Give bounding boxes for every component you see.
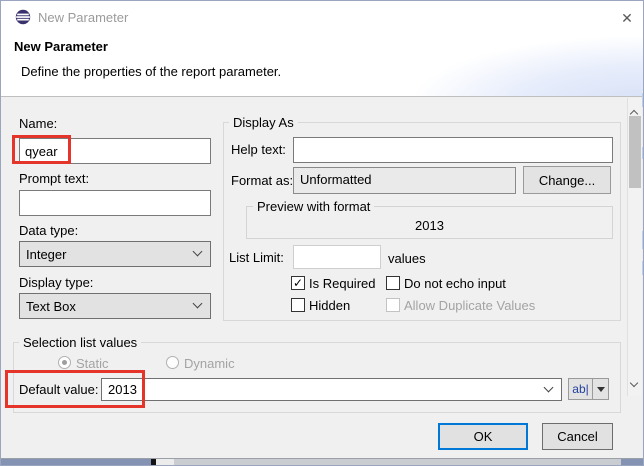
editor-dropdown-arrow[interactable] <box>593 378 609 400</box>
vertical-scrollbar[interactable] <box>627 98 642 396</box>
data-type-label: Data type: <box>19 223 78 238</box>
chevron-down-icon <box>193 247 203 257</box>
help-text-label: Help text: <box>231 142 286 157</box>
bottom-edge-segment <box>156 459 174 466</box>
list-limit-input[interactable] <box>293 245 381 269</box>
chevron-down-icon <box>544 382 554 392</box>
new-parameter-dialog: New Parameter ✕ New Parameter Define the… <box>0 0 644 466</box>
format-as-field: Unformatted <box>293 167 516 194</box>
preview-legend: Preview with format <box>253 199 374 214</box>
name-label: Name: <box>19 116 57 131</box>
default-value-label: Default value: <box>19 382 99 397</box>
is-required-checkbox[interactable]: ✓ <box>291 276 305 290</box>
triangle-down-icon <box>597 387 605 392</box>
preview-value: 2013 <box>246 218 613 233</box>
change-button[interactable]: Change... <box>523 166 611 194</box>
ok-button[interactable]: OK <box>438 423 528 450</box>
scroll-down-icon[interactable] <box>631 374 637 389</box>
display-type-label: Display type: <box>19 275 93 290</box>
do-not-echo-checkbox[interactable] <box>386 276 400 290</box>
dynamic-label: Dynamic <box>184 356 235 371</box>
format-as-label: Format as: <box>231 173 293 188</box>
display-as-legend: Display As <box>229 115 298 130</box>
list-limit-label: List Limit: <box>229 250 284 265</box>
bottom-edge-segment <box>621 459 643 466</box>
help-text-input[interactable] <box>293 137 613 163</box>
hidden-label: Hidden <box>309 298 350 313</box>
text-editor-icon[interactable]: ab| <box>568 378 593 400</box>
page-title: New Parameter <box>14 39 108 54</box>
static-label: Static <box>76 356 109 371</box>
prompt-text-label: Prompt text: <box>19 171 89 186</box>
allow-duplicate-label: Allow Duplicate Values <box>404 298 535 313</box>
cancel-button[interactable]: Cancel <box>542 423 613 450</box>
chevron-down-icon <box>193 299 203 309</box>
do-not-echo-label: Do not echo input <box>404 276 506 291</box>
radio-dot <box>62 360 67 365</box>
prompt-text-input[interactable] <box>19 190 211 216</box>
page-description: Define the properties of the report para… <box>21 64 281 79</box>
hidden-checkbox[interactable] <box>291 298 305 312</box>
selection-list-legend: Selection list values <box>19 335 141 350</box>
list-limit-suffix: values <box>388 251 426 266</box>
eclipse-icon <box>15 9 31 25</box>
close-icon[interactable]: ✕ <box>615 8 639 28</box>
static-radio <box>58 356 71 369</box>
window-title: New Parameter <box>38 10 128 25</box>
dynamic-radio <box>166 356 179 369</box>
default-value-combo[interactable]: 2013 <box>101 378 562 401</box>
window-bottom-edge <box>1 458 643 466</box>
scrollbar-thumb[interactable] <box>629 116 641 188</box>
wizard-banner: New Parameter Define the properties of t… <box>1 32 643 97</box>
data-type-value: Integer <box>26 247 66 262</box>
allow-duplicate-checkbox <box>386 298 400 312</box>
bottom-edge-segment <box>1 459 151 466</box>
default-value-text: 2013 <box>108 382 137 397</box>
value-editor-split-button[interactable]: ab| <box>568 378 609 400</box>
is-required-label: Is Required <box>309 276 375 291</box>
display-type-dropdown[interactable]: Text Box <box>19 293 211 319</box>
name-input[interactable] <box>19 138 211 164</box>
title-bar: New Parameter ✕ <box>1 1 643 32</box>
display-type-value: Text Box <box>26 299 76 314</box>
data-type-dropdown[interactable]: Integer <box>19 241 211 267</box>
